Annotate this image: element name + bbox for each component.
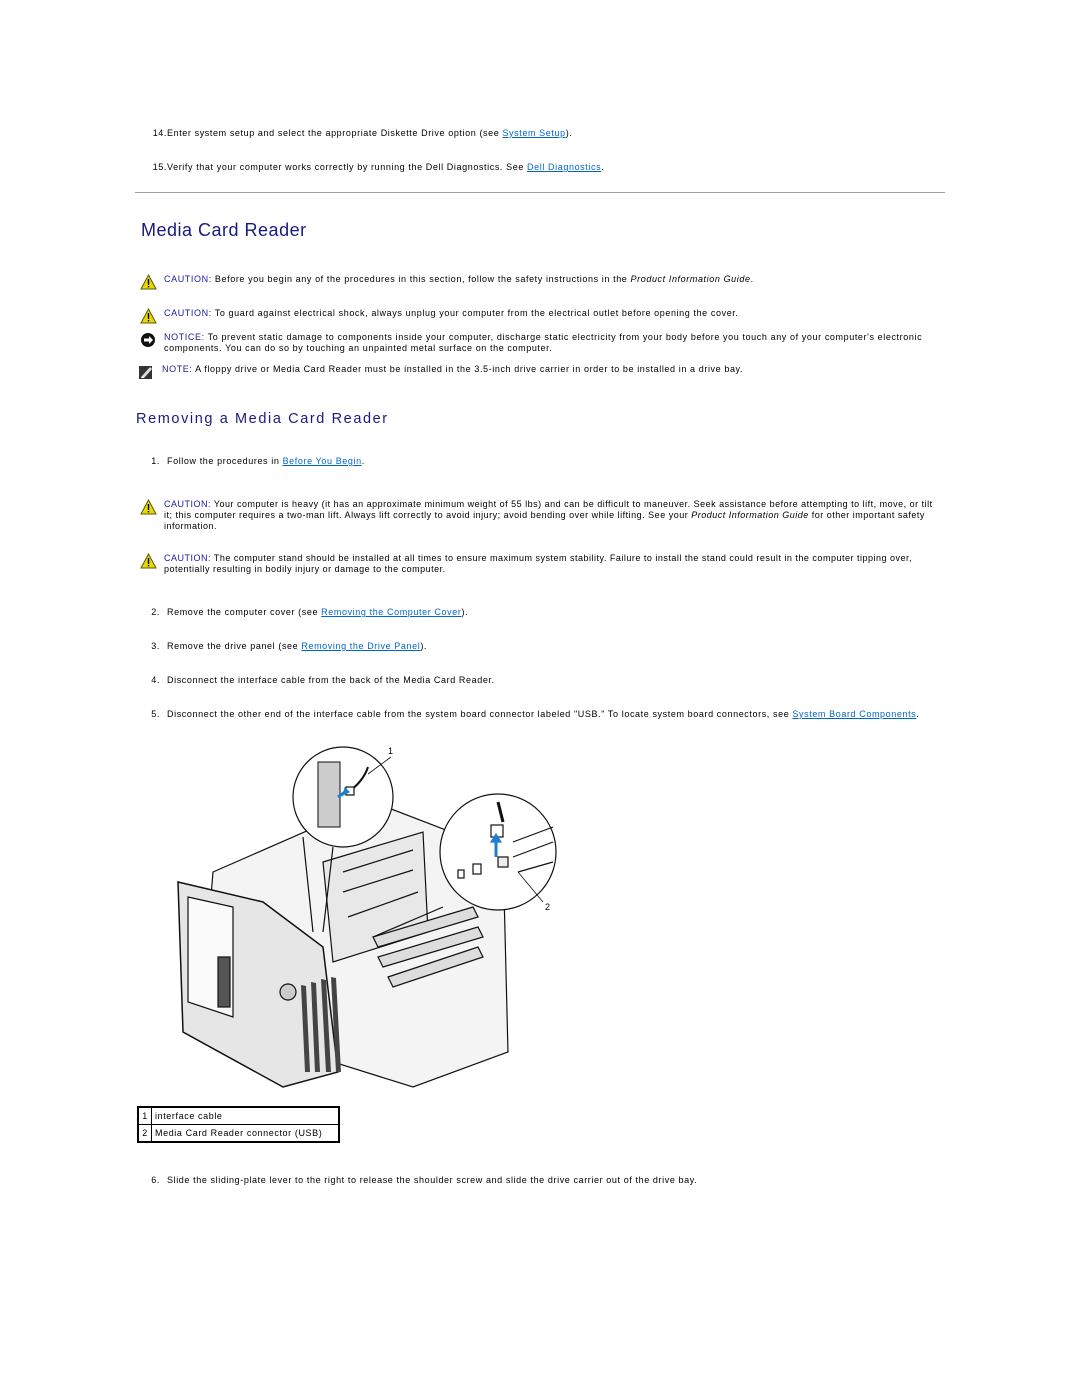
step-14: 14. Enter system setup and select the ap… — [152, 128, 573, 138]
figure-callout-1: 1 — [388, 746, 394, 756]
step-1: 1. Follow the procedures in Before You B… — [151, 456, 365, 466]
figure-legend-table: 1 interface cable 2 Media Card Reader co… — [137, 1106, 340, 1143]
system-board-components-link[interactable]: System Board Components — [792, 709, 916, 719]
legend-number: 1 — [137, 1106, 152, 1125]
step-6: 6. Slide the sliding-plate lever to the … — [151, 1175, 698, 1185]
step-4: 4. Disconnect the interface cable from t… — [151, 675, 495, 685]
media-card-reader — [217, 956, 231, 1008]
removing-computer-cover-link[interactable]: Removing the Computer Cover — [321, 607, 461, 617]
system-setup-link[interactable]: System Setup — [502, 128, 565, 138]
step-3: 3. Remove the drive panel (see Removing … — [151, 641, 428, 651]
legend-row: 1 interface cable — [137, 1106, 340, 1125]
caution-triangle-icon — [140, 308, 157, 324]
power-button — [279, 983, 297, 1001]
section-divider — [135, 192, 945, 193]
step-5: 5. Disconnect the other end of the inter… — [151, 709, 920, 719]
notice-icon — [141, 333, 155, 347]
legend-description: Media Card Reader connector (USB) — [151, 1124, 340, 1143]
section-title: Media Card Reader — [141, 220, 307, 240]
figure-callout-2: 2 — [545, 902, 551, 912]
caution-triangle-icon — [140, 553, 157, 569]
before-you-begin-link[interactable]: Before You Begin — [283, 456, 362, 466]
removing-drive-panel-link[interactable]: Removing the Drive Panel — [301, 641, 420, 651]
step-2: 2. Remove the computer cover (see Removi… — [151, 607, 469, 617]
subsection-title: Removing a Media Card Reader — [136, 411, 389, 427]
detail-magnifier-1 — [292, 746, 394, 848]
media-card-reader-illustration: 1 2 — [177, 746, 557, 1088]
caution-triangle-icon — [140, 274, 157, 290]
legend-description: interface cable — [151, 1106, 340, 1125]
dell-diagnostics-link[interactable]: Dell Diagnostics — [527, 162, 601, 172]
caution-triangle-icon — [140, 499, 157, 515]
legend-row: 2 Media Card Reader connector (USB) — [137, 1124, 340, 1143]
step-15: 15. Verify that your computer works corr… — [152, 162, 605, 172]
legend-number: 2 — [137, 1124, 152, 1143]
detail-magnifier-2 — [439, 793, 557, 911]
note-pencil-icon — [139, 366, 152, 379]
